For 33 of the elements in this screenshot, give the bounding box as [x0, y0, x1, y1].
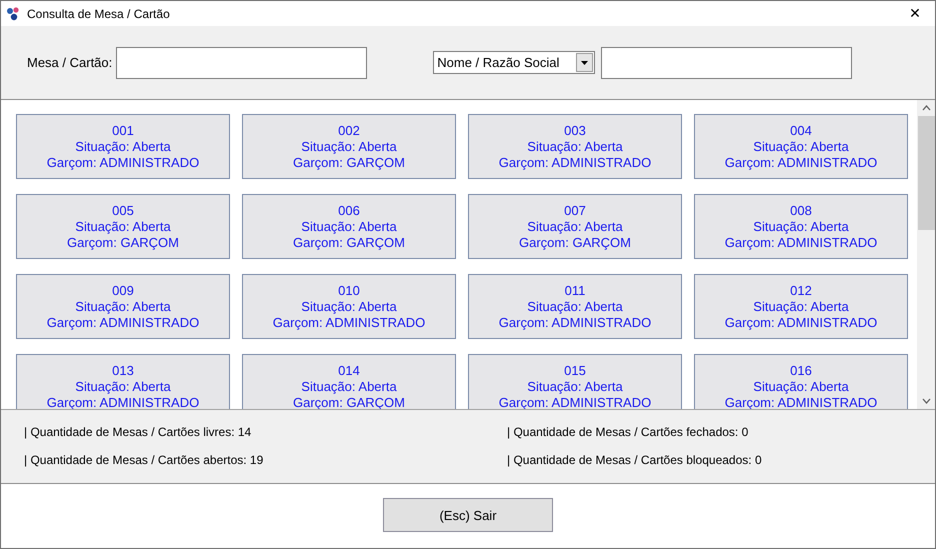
filter-dropdown[interactable]: Nome / Razão Social [433, 51, 596, 74]
close-button[interactable]: ✕ [895, 1, 935, 26]
table-card[interactable]: 008 Situação: Aberta Garçom: ADMINISTRADO [694, 194, 908, 259]
summary-text: | Quantidade de Mesas / Cartões abertos: 19 [24, 453, 264, 467]
table-card[interactable]: 010 Situação: Aberta Garçom: ADMINISTRADO [242, 274, 456, 339]
scroll-up-icon[interactable] [922, 105, 930, 111]
table-card[interactable]: 014 Situação: Aberta Garçom: GARÇOM [242, 354, 456, 409]
table-card[interactable]: 013 Situação: Aberta Garçom: ADMINISTRADO [16, 354, 230, 409]
exit-button[interactable]: (Esc) Sair [383, 498, 553, 532]
table-card[interactable]: 002 Situação: Aberta Garçom: GARÇOM [242, 114, 456, 179]
summary-text: | Quantidade de Mesas / Cartões livres: 14 [24, 425, 252, 439]
scrollbar[interactable] [917, 100, 935, 409]
table-card[interactable]: 004 Situação: Aberta Garçom: ADMINISTRADO [694, 114, 908, 179]
table-card[interactable]: 015 Situação: Aberta Garçom: ADMINISTRADO [468, 354, 682, 409]
table-card[interactable]: 009 Situação: Aberta Garçom: ADMINISTRADO [16, 274, 230, 339]
table-card[interactable]: 005 Situação: Aberta Garçom: GARÇOM [16, 194, 230, 259]
table-card[interactable]: 007 Situação: Aberta Garçom: GARÇOM [468, 194, 682, 259]
scroll-down-icon[interactable] [922, 398, 930, 404]
search-field[interactable] [601, 46, 852, 78]
app-logo-icon [6, 6, 21, 21]
table-number-field[interactable] [116, 46, 368, 78]
table-card[interactable]: 003 Situação: Aberta Garçom: ADMINISTRADO [468, 114, 682, 179]
caret-icon [581, 60, 588, 64]
table-card[interactable]: 016 Situação: Aberta Garçom: ADMINISTRADO [694, 354, 908, 409]
field-label: Mesa / Cartão: [27, 55, 112, 70]
summary-text: | Quantidade de Mesas / Cartões bloqueados: 0 [507, 453, 763, 467]
table-card[interactable]: 001 Situação: Aberta Garçom: ADMINISTRADO [16, 114, 230, 179]
table-card[interactable]: 011 Situação: Aberta Garçom: ADMINISTRADO [468, 274, 682, 339]
table-card[interactable]: 012 Situação: Aberta Garçom: ADMINISTRADO [694, 274, 908, 339]
summary-text: | Quantidade de Mesas / Cartões fechados: 0 [507, 425, 750, 439]
table-card[interactable]: 006 Situação: Aberta Garçom: GARÇOM [242, 194, 456, 259]
scroll-thumb[interactable] [918, 116, 934, 230]
window-title: Consulta de Mesa / Cartão [27, 6, 171, 20]
